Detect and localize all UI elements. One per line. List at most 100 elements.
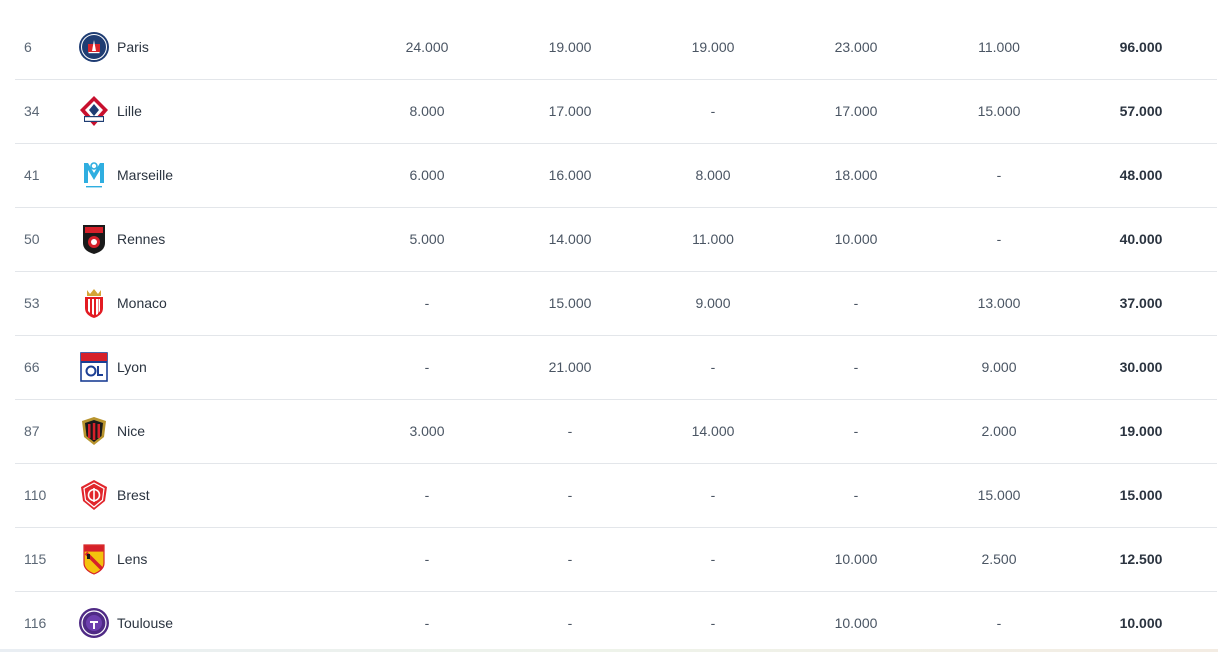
table-row[interactable]: 87 Nice 3.000 - 14.000 - 2.000 19.000 <box>15 400 1217 464</box>
table-row[interactable]: 66 Lyon - 21.000 - - 9.000 30.000 <box>15 336 1217 400</box>
rank-cell: 110 <box>24 487 47 503</box>
season-3-points: - <box>710 359 716 375</box>
club-name[interactable]: Lens <box>117 528 147 591</box>
marseille-crest-icon <box>78 159 110 191</box>
club-name[interactable]: Lille <box>117 80 142 143</box>
total-points: 10.000 <box>1119 615 1163 631</box>
season-4-points: - <box>853 423 859 439</box>
psg-crest-icon <box>78 31 110 63</box>
rank-cell: 66 <box>24 359 40 375</box>
season-5-points: 2.000 <box>981 423 1017 439</box>
rank-cell: 6 <box>24 39 32 55</box>
total-points: 48.000 <box>1119 167 1163 183</box>
season-5-points: 2.500 <box>981 551 1017 567</box>
lille-crest-icon <box>78 95 110 127</box>
season-2-points: - <box>567 551 573 567</box>
rank-cell: 116 <box>24 615 47 631</box>
lyon-crest-icon <box>78 351 110 383</box>
total-points: 15.000 <box>1119 487 1163 503</box>
table-row[interactable]: 6 Paris 24.000 19.000 19.000 23.000 11.0… <box>15 16 1217 80</box>
season-2-points: 15.000 <box>548 295 592 311</box>
season-5-points: - <box>996 231 1002 247</box>
season-3-points: - <box>710 615 716 631</box>
season-5-points: 15.000 <box>977 487 1021 503</box>
total-points: 30.000 <box>1119 359 1163 375</box>
rank-cell: 34 <box>24 103 40 119</box>
club-name[interactable]: Nice <box>117 400 145 463</box>
rank-cell: 41 <box>24 167 40 183</box>
season-4-points: 17.000 <box>834 103 878 119</box>
season-5-points: 9.000 <box>981 359 1017 375</box>
rennes-crest-icon <box>78 223 110 255</box>
season-4-points: 10.000 <box>834 231 878 247</box>
club-name[interactable]: Rennes <box>117 208 165 271</box>
season-1-points: 3.000 <box>409 423 445 439</box>
club-name[interactable]: Monaco <box>117 272 167 335</box>
club-name[interactable]: Marseille <box>117 144 173 207</box>
season-3-points: - <box>710 487 716 503</box>
season-1-points: - <box>424 359 430 375</box>
rank-cell: 87 <box>24 423 40 439</box>
monaco-crest-icon <box>78 287 110 319</box>
club-name[interactable]: Paris <box>117 16 149 79</box>
season-2-points: 14.000 <box>548 231 592 247</box>
season-5-points: - <box>996 167 1002 183</box>
season-2-points: 16.000 <box>548 167 592 183</box>
season-4-points: - <box>853 487 859 503</box>
season-2-points: 21.000 <box>548 359 592 375</box>
rank-cell: 50 <box>24 231 40 247</box>
season-4-points: - <box>853 295 859 311</box>
season-3-points: 9.000 <box>695 295 731 311</box>
season-1-points: - <box>424 551 430 567</box>
season-1-points: - <box>424 295 430 311</box>
season-1-points: - <box>424 487 430 503</box>
table-row[interactable]: 53 Monaco - 15.000 9.000 - 13.000 37.000 <box>15 272 1217 336</box>
season-4-points: 10.000 <box>834 615 878 631</box>
rank-cell: 115 <box>24 551 47 567</box>
table-row[interactable]: 34 Lille 8.000 17.000 - 17.000 15.000 57… <box>15 80 1217 144</box>
season-3-points: 8.000 <box>695 167 731 183</box>
total-points: 57.000 <box>1119 103 1163 119</box>
season-3-points: 19.000 <box>691 39 735 55</box>
toulouse-crest-icon <box>78 607 110 639</box>
table-row[interactable]: 41 Marseille 6.000 16.000 8.000 18.000 -… <box>15 144 1217 208</box>
club-name[interactable]: Toulouse <box>117 592 173 655</box>
season-3-points: - <box>710 103 716 119</box>
season-1-points: 6.000 <box>409 167 445 183</box>
total-points: 12.500 <box>1119 551 1163 567</box>
season-4-points: - <box>853 359 859 375</box>
total-points: 40.000 <box>1119 231 1163 247</box>
season-2-points: - <box>567 423 573 439</box>
season-5-points: 13.000 <box>977 295 1021 311</box>
table-row[interactable]: 116 Toulouse - - - 10.000 - 10.000 <box>15 592 1217 655</box>
season-1-points: 8.000 <box>409 103 445 119</box>
table-row[interactable]: 110 Brest - - - - 15.000 15.000 <box>15 464 1217 528</box>
season-3-points: - <box>710 551 716 567</box>
season-1-points: 24.000 <box>405 39 449 55</box>
club-name[interactable]: Lyon <box>117 336 147 399</box>
table-row[interactable]: 50 Rennes 5.000 14.000 11.000 10.000 - 4… <box>15 208 1217 272</box>
season-3-points: 14.000 <box>691 423 735 439</box>
season-2-points: - <box>567 487 573 503</box>
season-4-points: 18.000 <box>834 167 878 183</box>
season-3-points: 11.000 <box>692 231 734 247</box>
season-1-points: - <box>424 615 430 631</box>
lens-crest-icon <box>78 543 110 575</box>
brest-crest-icon <box>78 479 110 511</box>
season-4-points: 10.000 <box>834 551 878 567</box>
total-points: 19.000 <box>1119 423 1163 439</box>
season-5-points: 15.000 <box>977 103 1021 119</box>
season-2-points: 19.000 <box>548 39 592 55</box>
season-5-points: - <box>996 615 1002 631</box>
club-coefficient-table: 6 Paris 24.000 19.000 19.000 23.000 11.0… <box>15 16 1217 655</box>
table-row[interactable]: 115 Lens - - - 10.000 2.500 12.500 <box>15 528 1217 592</box>
season-2-points: 17.000 <box>548 103 592 119</box>
total-points: 37.000 <box>1119 295 1163 311</box>
season-5-points: 11.000 <box>978 39 1020 55</box>
club-name[interactable]: Brest <box>117 464 150 527</box>
total-points: 96.000 <box>1119 39 1163 55</box>
season-4-points: 23.000 <box>834 39 878 55</box>
rank-cell: 53 <box>24 295 40 311</box>
season-1-points: 5.000 <box>409 231 445 247</box>
nice-crest-icon <box>78 415 110 447</box>
